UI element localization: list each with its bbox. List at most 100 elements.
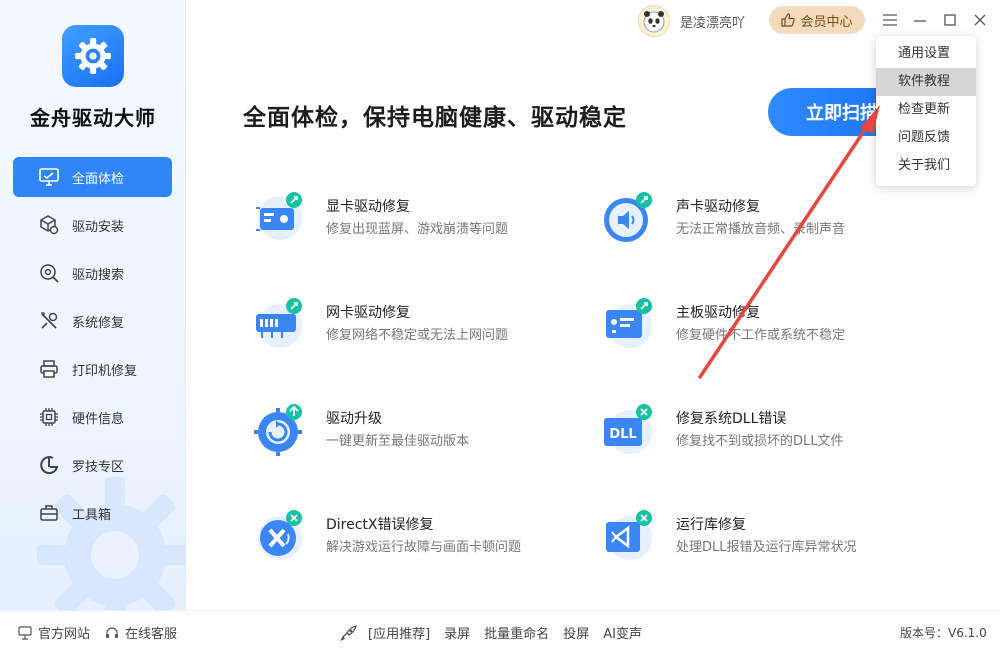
sidebar-item-driver-install[interactable]: 驱动安装 <box>13 205 172 245</box>
feature-description: 解决游戏运行故障与画面卡顿问题 <box>326 540 522 555</box>
minimize-button[interactable] <box>910 10 930 30</box>
sidebar-item-hardware-info[interactable]: 硬件信息 <box>13 397 172 437</box>
feature-directx-repair[interactable]: DirectX错误修复 解决游戏运行故障与画面卡顿问题 <box>250 504 570 564</box>
maximize-icon <box>944 14 956 26</box>
sidebar-item-label: 驱动安装 <box>72 219 125 235</box>
rocket-icon <box>340 624 357 641</box>
feature-graphics-card-repair[interactable]: 显卡驱动修复 修复出现蓝屏、游戏崩溃等问题 <box>250 186 570 246</box>
hamburger-menu-icon <box>883 14 897 26</box>
scan-button-label: 立即扫描 <box>806 103 878 124</box>
sidebar-item-driver-search[interactable]: 驱动搜索 <box>13 253 172 293</box>
feature-description: 修复网络不稳定或无法上网问题 <box>326 328 509 343</box>
feature-title: DirectX错误修复 <box>326 517 434 533</box>
recommend-label: [应用推荐] <box>368 627 431 642</box>
motherboard-icon <box>606 298 652 348</box>
app-link-ai-voice-changer[interactable]: AI变声 <box>603 623 642 642</box>
online-service-label: 在线客服 <box>125 627 178 642</box>
app-recommend-bar: [应用推荐] 录屏 批量重命名 投屏 AI变声 <box>338 623 642 642</box>
panda-avatar-icon <box>643 11 665 33</box>
app-logo <box>62 25 124 87</box>
username[interactable]: 是凌漂亮吖 <box>680 12 745 31</box>
official-site-link[interactable]: 官方网站 <box>18 623 90 642</box>
sidebar-item-label: 罗技专区 <box>72 459 125 475</box>
gear-logo-icon <box>75 38 111 74</box>
version-label: 版本号：V6.1.0 <box>900 626 987 640</box>
menu-item-feedback[interactable]: 问题反馈 <box>876 124 976 152</box>
minimize-icon <box>914 20 926 22</box>
sound-card-icon <box>604 192 652 242</box>
sidebar-item-label: 硬件信息 <box>72 411 125 427</box>
page-title: 全面体检，保持电脑健康、驱动稳定 <box>243 105 627 131</box>
sidebar-item-label: 系统修复 <box>72 315 125 331</box>
menu-button[interactable] <box>880 10 900 30</box>
menu-item-about-us[interactable]: 关于我们 <box>876 152 976 180</box>
chip-icon <box>38 406 60 428</box>
sidebar-item-label: 全面体检 <box>72 171 125 187</box>
app-name: 金舟驱动大师 <box>30 106 156 130</box>
close-icon <box>974 14 986 26</box>
toolbox-icon <box>38 502 60 524</box>
online-service-link[interactable]: 在线客服 <box>105 623 177 642</box>
sidebar-item-logitech[interactable]: 罗技专区 <box>13 445 172 485</box>
feature-driver-upgrade[interactable]: 驱动升级 一键更新至最佳驱动版本 <box>250 398 570 458</box>
sidebar-item-label: 工具箱 <box>72 507 112 523</box>
sidebar-item-toolbox[interactable]: 工具箱 <box>13 493 172 533</box>
feature-title: 声卡驱动修复 <box>676 199 760 215</box>
app-link-screen-record[interactable]: 录屏 <box>444 623 470 642</box>
directx-icon <box>258 510 302 560</box>
feature-description: 修复硬件不工作或系统不稳定 <box>676 328 846 343</box>
headset-icon <box>106 626 118 638</box>
header-bar: 是凌漂亮吖 会员中心 <box>186 0 1000 40</box>
feature-dll-repair[interactable]: DLL 修复系统DLL错误 修复找不到或损坏的DLL文件 <box>600 398 920 458</box>
logitech-icon <box>38 454 60 476</box>
feature-description: 处理DLL报错及运行库异常状况 <box>676 540 857 555</box>
official-site-label: 官方网站 <box>38 627 91 642</box>
feature-title: 显卡驱动修复 <box>326 199 410 215</box>
feature-runtime-library-repair[interactable]: 运行库修复 处理DLL报错及运行库异常状况 <box>600 504 920 564</box>
sidebar: 金舟驱动大师 全面体检 驱动安装 驱动搜索 系统修复 打印机修复 硬件信息 罗技… <box>0 0 186 610</box>
sidebar-item-printer-repair[interactable]: 打印机修复 <box>13 349 172 389</box>
monitor-check-icon <box>38 166 60 188</box>
thumbs-up-icon <box>781 13 796 27</box>
app-window: 金舟驱动大师 全面体检 驱动安装 驱动搜索 系统修复 打印机修复 硬件信息 罗技… <box>0 0 1000 650</box>
vip-label: 会员中心 <box>800 14 853 30</box>
feature-description: 修复找不到或损坏的DLL文件 <box>676 434 844 449</box>
sidebar-item-full-checkup[interactable]: 全面体检 <box>13 157 172 197</box>
feature-title: 网卡驱动修复 <box>326 305 410 321</box>
maximize-button[interactable] <box>940 10 960 30</box>
feature-sound-card-repair[interactable]: 声卡驱动修复 无法正常播放音频、录制声音 <box>600 186 920 246</box>
feature-description: 一键更新至最佳驱动版本 <box>326 434 470 449</box>
feature-description: 无法正常播放音频、录制声音 <box>676 222 846 237</box>
printer-icon <box>38 358 60 380</box>
avatar[interactable] <box>638 5 670 37</box>
search-gear-icon <box>38 262 60 284</box>
feature-title: 运行库修复 <box>676 517 746 533</box>
sidebar-nav: 全面体检 驱动安装 驱动搜索 系统修复 打印机修复 硬件信息 罗技专区 工具箱 <box>13 157 172 541</box>
monitor-icon <box>18 625 32 640</box>
menu-item-general-settings[interactable]: 通用设置 <box>876 40 976 68</box>
sidebar-item-label: 驱动搜索 <box>72 267 125 283</box>
dll-icon-text: DLL <box>609 427 636 442</box>
app-link-screen-cast[interactable]: 投屏 <box>563 623 589 642</box>
sidebar-item-label: 打印机修复 <box>72 363 138 379</box>
graphics-card-icon <box>256 192 302 240</box>
menu-item-software-tutorial[interactable]: 软件教程 <box>876 68 976 96</box>
feature-description: 修复出现蓝屏、游戏崩溃等问题 <box>326 222 509 237</box>
menu-item-check-update[interactable]: 检查更新 <box>876 96 976 124</box>
settings-dropdown-menu: 通用设置 软件教程 检查更新 问题反馈 关于我们 <box>876 36 976 186</box>
feature-title: 驱动升级 <box>326 411 382 427</box>
feature-network-card-repair[interactable]: 网卡驱动修复 修复网络不稳定或无法上网问题 <box>250 292 570 352</box>
network-card-icon <box>256 298 302 348</box>
wrench-screwdriver-icon <box>38 310 60 332</box>
dll-icon: DLL <box>604 404 652 454</box>
vip-center-button[interactable]: 会员中心 <box>769 6 865 34</box>
app-link-batch-rename[interactable]: 批量重命名 <box>484 623 549 642</box>
feature-motherboard-repair[interactable]: 主板驱动修复 修复硬件不工作或系统不稳定 <box>600 292 920 352</box>
driver-upgrade-icon <box>254 404 302 456</box>
footer-bar: 官方网站 在线客服 [应用推荐] 录屏 批量重命名 投屏 AI变声 版本号：V6… <box>0 610 1000 650</box>
runtime-library-icon <box>606 510 652 560</box>
feature-title: 主板驱动修复 <box>676 305 760 321</box>
close-button[interactable] <box>970 10 990 30</box>
feature-title: 修复系统DLL错误 <box>676 411 787 427</box>
sidebar-item-system-repair[interactable]: 系统修复 <box>13 301 172 341</box>
